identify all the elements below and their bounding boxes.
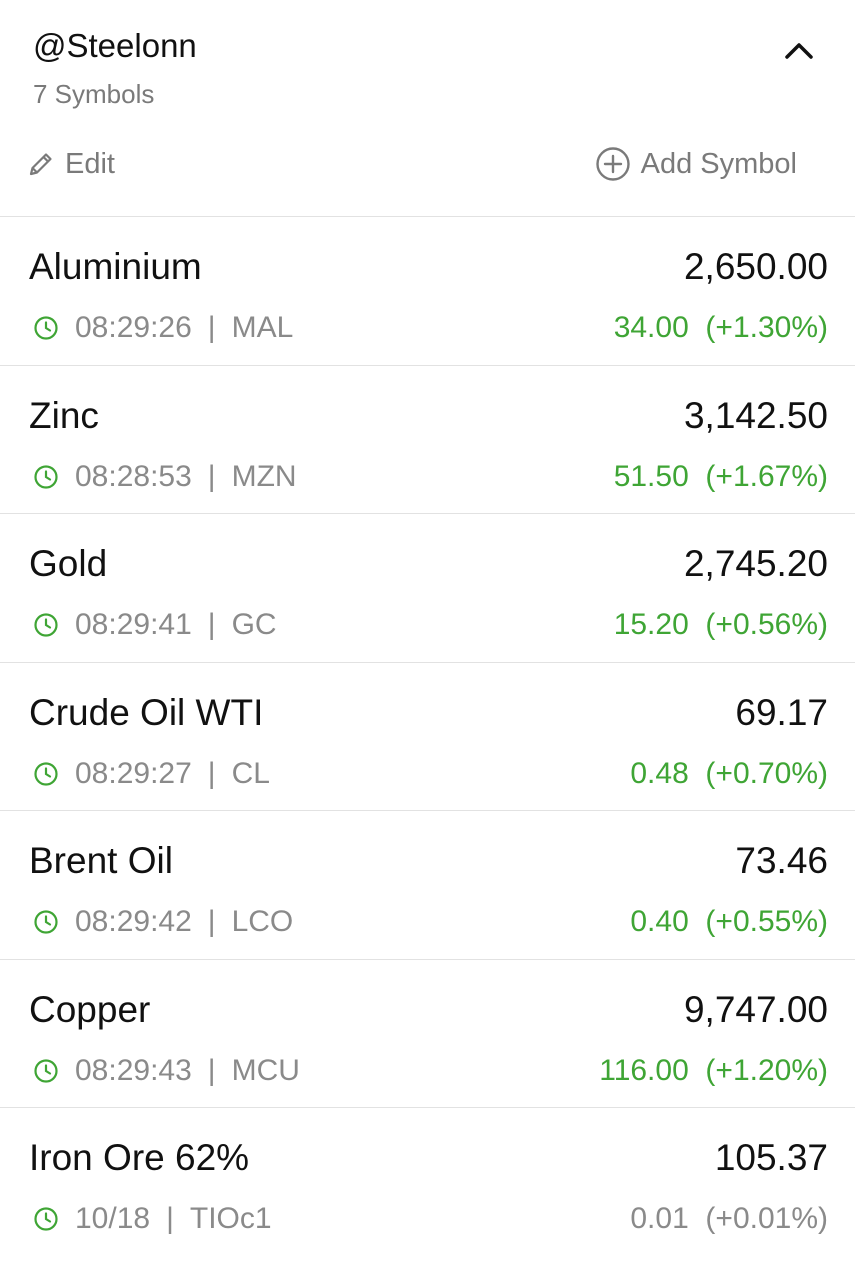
last-update-time: 08:29:42 xyxy=(75,905,192,938)
symbol-meta: 08:29:42 | LCO xyxy=(33,904,293,940)
symbol-row-brent-oil[interactable]: Brent Oil 73.46 08:29:42 | LCO 0.40 (+0.… xyxy=(0,811,855,960)
price-change: 34.00 (+1.30%) xyxy=(613,311,828,344)
symbol-name: Aluminium xyxy=(29,246,202,287)
symbol-price: 73.46 xyxy=(735,840,828,881)
price-change: 15.20 (+0.56%) xyxy=(613,608,828,641)
clock-icon xyxy=(34,464,58,489)
separator: | xyxy=(207,1053,216,1087)
symbol-price: 3,142.50 xyxy=(683,394,828,436)
price-change: 0.40 (+0.55%) xyxy=(630,905,828,938)
add-symbol-button[interactable]: Add Symbol xyxy=(595,144,797,184)
clock-icon xyxy=(34,1058,58,1083)
symbol-name: Brent Oil xyxy=(29,840,173,881)
symbol-meta: 08:29:26 | MAL xyxy=(33,310,293,346)
symbol-price: 2,745.20 xyxy=(683,543,828,584)
symbol-name: Zinc xyxy=(29,394,99,436)
plus-circle-icon xyxy=(595,147,630,181)
last-update-time: 08:29:27 xyxy=(75,756,192,790)
symbol-row-crude-oil-wti[interactable]: Crude Oil WTI 69.17 08:29:27 | CL 0.48 (… xyxy=(0,663,855,811)
ticker-code: MAL xyxy=(231,311,294,344)
separator: | xyxy=(207,756,216,790)
separator: | xyxy=(207,459,216,493)
separator: | xyxy=(207,905,216,938)
symbol-price: 105.37 xyxy=(714,1137,828,1178)
separator: | xyxy=(207,608,216,641)
pencil-icon xyxy=(29,153,52,176)
price-change: 0.01 (+0.01%) xyxy=(630,1202,828,1235)
collapse-button[interactable] xyxy=(779,30,819,70)
symbol-price: 69.17 xyxy=(735,691,828,733)
symbol-price: 9,747.00 xyxy=(683,988,828,1030)
last-update-time: 08:29:26 xyxy=(75,311,192,344)
symbol-row-gold[interactable]: Gold 2,745.20 08:29:41 | GC 15.20 (+0.56… xyxy=(0,514,855,663)
ticker-code: LCO xyxy=(231,905,294,938)
ticker-code: TIOc1 xyxy=(189,1202,272,1235)
price-change: 0.48 (+0.70%) xyxy=(630,756,828,790)
symbol-row-iron-ore[interactable]: Iron Ore 62% 105.37 10/18 | TIOc1 0.01 (… xyxy=(0,1108,855,1257)
watchlist-title: @Steelonn xyxy=(33,27,197,64)
symbol-row-zinc[interactable]: Zinc 3,142.50 08:28:53 | MZN 51.50 (+1.6… xyxy=(0,366,855,514)
price-change: 51.50 (+1.67%) xyxy=(613,459,828,493)
clock-icon xyxy=(34,761,58,786)
symbol-meta: 08:29:41 | GC xyxy=(33,607,277,643)
last-update-time: 08:29:41 xyxy=(75,608,192,641)
symbol-count: 7 Symbols xyxy=(33,79,155,109)
price-change: 116.00 (+1.20%) xyxy=(599,1053,828,1087)
edit-label: Edit xyxy=(65,147,115,180)
add-symbol-label: Add Symbol xyxy=(640,147,797,180)
clock-icon xyxy=(34,316,58,340)
symbol-name: Crude Oil WTI xyxy=(29,691,264,733)
clock-icon xyxy=(34,1207,58,1231)
symbol-list: Aluminium 2,650.00 08:29:26 | MAL 34.00 … xyxy=(0,217,855,1257)
last-update-time: 08:29:43 xyxy=(75,1053,192,1087)
symbol-row-copper[interactable]: Copper 9,747.00 08:29:43 | MCU 116.00 (+… xyxy=(0,960,855,1108)
ticker-code: CL xyxy=(231,756,270,790)
ticker-code: GC xyxy=(231,608,277,641)
last-update-time: 10/18 xyxy=(75,1202,151,1235)
symbol-meta: 08:29:43 | MCU xyxy=(33,1053,300,1089)
clock-icon xyxy=(34,910,58,934)
symbol-row-aluminium[interactable]: Aluminium 2,650.00 08:29:26 | MAL 34.00 … xyxy=(0,217,855,366)
symbol-meta: 08:29:27 | CL xyxy=(33,756,270,792)
ticker-code: MZN xyxy=(231,459,297,493)
clock-icon xyxy=(34,613,58,637)
symbol-name: Gold xyxy=(29,543,108,584)
symbol-meta: 08:28:53 | MZN xyxy=(33,459,297,495)
symbol-price: 2,650.00 xyxy=(683,246,828,287)
separator: | xyxy=(207,311,216,344)
symbol-name: Iron Ore 62% xyxy=(29,1137,250,1178)
separator: | xyxy=(166,1202,174,1235)
edit-button[interactable]: Edit xyxy=(27,144,115,184)
chevron-up-icon xyxy=(785,43,813,59)
last-update-time: 08:28:53 xyxy=(75,459,192,493)
watchlist-header: @Steelonn 7 Symbols Edit Add Symbol xyxy=(0,0,855,217)
symbol-name: Copper xyxy=(29,988,151,1030)
symbol-meta: 10/18 | TIOc1 xyxy=(33,1201,272,1237)
ticker-code: MCU xyxy=(231,1053,300,1087)
